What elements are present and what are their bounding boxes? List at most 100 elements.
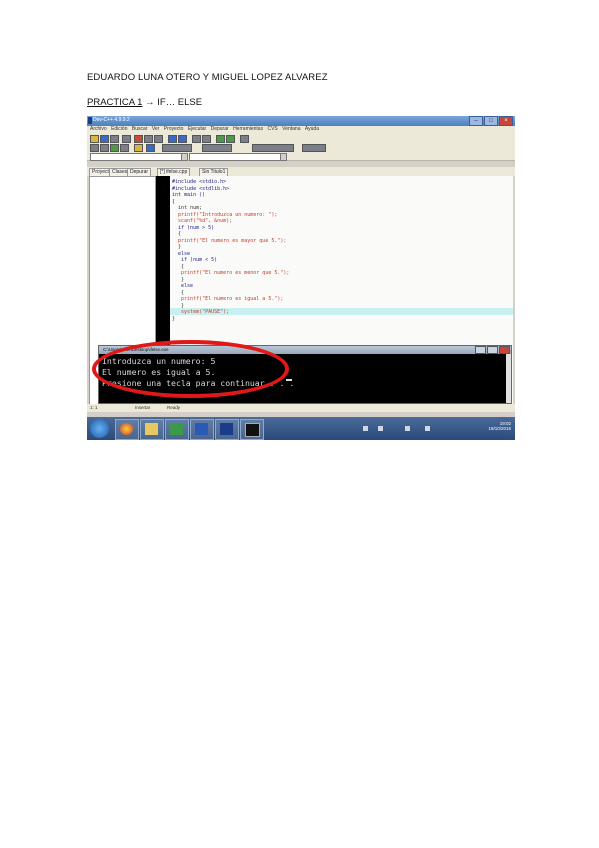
code-line: } bbox=[172, 302, 185, 309]
tray-flag-icon[interactable] bbox=[425, 426, 430, 431]
menu-item[interactable]: Depurar bbox=[211, 126, 229, 132]
undo-icon[interactable] bbox=[168, 135, 177, 143]
help-icon[interactable] bbox=[146, 144, 155, 152]
code-line: else bbox=[172, 250, 191, 257]
new-file-icon[interactable] bbox=[90, 135, 99, 143]
close-icon[interactable]: × bbox=[499, 116, 513, 126]
taskbar-devcpp[interactable] bbox=[215, 419, 239, 440]
menu-item[interactable]: Archivo bbox=[90, 126, 107, 132]
taskbar-chrome[interactable] bbox=[115, 419, 139, 440]
console-icon bbox=[245, 423, 260, 437]
taskbar-explorer[interactable] bbox=[140, 419, 164, 440]
bookmark-icon[interactable] bbox=[240, 135, 249, 143]
tray-arrow-icon[interactable] bbox=[363, 426, 368, 431]
code-line: } bbox=[172, 276, 185, 283]
toggle-bookmark-icon[interactable] bbox=[252, 144, 294, 152]
window-controls: – □ × bbox=[469, 116, 513, 126]
highlight-circle bbox=[92, 340, 289, 398]
practice-label: PRACTICA 1 bbox=[87, 97, 143, 108]
minimize-icon[interactable] bbox=[475, 346, 486, 354]
menu-item[interactable]: Ayuda bbox=[305, 126, 319, 132]
open-icon[interactable] bbox=[100, 135, 109, 143]
tray-volume-icon[interactable] bbox=[405, 426, 410, 431]
word-icon bbox=[195, 423, 208, 435]
unindent-icon[interactable] bbox=[226, 135, 235, 143]
menu-item[interactable]: Buscar bbox=[132, 126, 148, 132]
new-project-icon[interactable] bbox=[162, 144, 192, 152]
chevron-down-icon bbox=[280, 154, 286, 160]
code-line: { bbox=[172, 231, 182, 237]
redo-icon[interactable] bbox=[178, 135, 187, 143]
code-line: { bbox=[172, 263, 185, 270]
code-line: } bbox=[172, 315, 176, 322]
ide-title: Dev-C++ 4.9.9.2 bbox=[93, 117, 130, 123]
status-mode: Insertar bbox=[135, 405, 151, 410]
ide-screenshot: Dev-C++ 4.9.9.2 – □ × Archivo Edición Bu… bbox=[87, 116, 515, 440]
code-line: #include <stdlib.h> bbox=[172, 185, 230, 192]
code-line: int main () bbox=[172, 192, 206, 198]
menu-item[interactable]: Edición bbox=[111, 126, 127, 132]
copy-icon[interactable] bbox=[144, 135, 153, 143]
code-line: scanf("%d", &num); bbox=[172, 218, 233, 224]
menu-item[interactable]: Ejecutar bbox=[188, 126, 206, 132]
indent-icon[interactable] bbox=[216, 135, 225, 143]
ide-titlebar: Dev-C++ 4.9.9.2 – □ × bbox=[87, 116, 515, 126]
menu-item[interactable]: Ver bbox=[152, 126, 160, 132]
replace-icon[interactable] bbox=[202, 135, 211, 143]
menu-item[interactable]: CVS bbox=[267, 126, 277, 132]
print-icon[interactable] bbox=[122, 135, 131, 143]
status-state: Ready bbox=[167, 405, 181, 410]
console-scrollbar[interactable] bbox=[506, 354, 511, 403]
practice-topic: → IF… ELSE bbox=[142, 97, 203, 108]
code-line: printf("El numero es igual a 5."); bbox=[172, 296, 284, 302]
compile-run-icon[interactable] bbox=[110, 144, 119, 152]
debug-icon[interactable] bbox=[134, 144, 143, 152]
taskbar-console[interactable] bbox=[240, 419, 264, 440]
code-line: else bbox=[172, 283, 194, 289]
menu-item[interactable]: Proyecto bbox=[164, 126, 184, 132]
taskbar-media[interactable] bbox=[165, 419, 189, 440]
goto-icon[interactable] bbox=[302, 144, 326, 152]
document-authors: EDUARDO LUNA OTERO Y MIGUEL LOPEZ ALVARE… bbox=[87, 72, 328, 83]
practice-heading: PRACTICA 1 → IF… ELSE bbox=[87, 97, 202, 108]
taskbar-word[interactable] bbox=[190, 419, 214, 440]
cut-icon[interactable] bbox=[134, 135, 143, 143]
tray-date: 19/10/2016 bbox=[488, 426, 511, 431]
maximize-icon[interactable] bbox=[487, 346, 498, 354]
devcpp-icon bbox=[220, 423, 233, 435]
status-position: 1: 1 bbox=[90, 405, 98, 410]
chrome-icon bbox=[120, 423, 133, 435]
find-icon[interactable] bbox=[192, 135, 201, 143]
tray-clock[interactable]: 19:02 19/10/2016 bbox=[488, 421, 511, 431]
code-line: system("PAUSE"); bbox=[172, 309, 230, 315]
code-line: if (num < 5) bbox=[172, 257, 218, 263]
code-line: printf("El numero es mayor que 5."); bbox=[172, 237, 287, 244]
menu-item[interactable]: Herramientas bbox=[233, 126, 263, 132]
member-combo[interactable] bbox=[189, 153, 287, 161]
menu-item[interactable]: Ventana bbox=[282, 126, 300, 132]
run-icon[interactable] bbox=[100, 144, 109, 152]
code-line: { bbox=[172, 198, 176, 205]
toolbar-3 bbox=[87, 152, 515, 161]
status-bar: 1: 1 Insertar Ready bbox=[87, 404, 515, 412]
media-icon bbox=[170, 423, 183, 435]
close-icon[interactable] bbox=[499, 346, 510, 354]
code-line: printf("Introduzca un numero: "); bbox=[172, 211, 278, 218]
compile-icon[interactable] bbox=[90, 144, 99, 152]
minimize-icon[interactable]: – bbox=[469, 116, 483, 126]
start-button[interactable] bbox=[90, 419, 109, 438]
insert-icon[interactable] bbox=[202, 144, 232, 152]
code-line: #include <stdio.h> bbox=[172, 179, 227, 185]
save-icon[interactable] bbox=[110, 135, 119, 143]
panel-tabs: Proyecto Clases Depurar [*] ifelse.cpp S… bbox=[87, 167, 515, 177]
menu-bar: Archivo Edición Buscar Ver Proyecto Ejec… bbox=[87, 126, 515, 134]
tray-network-icon[interactable] bbox=[378, 426, 383, 431]
windows-taskbar: 19:02 19/10/2016 bbox=[87, 417, 515, 440]
folder-icon bbox=[145, 423, 158, 435]
paste-icon[interactable] bbox=[154, 135, 163, 143]
class-combo[interactable] bbox=[90, 153, 188, 161]
console-window-controls bbox=[475, 346, 510, 354]
rebuild-icon[interactable] bbox=[120, 144, 129, 152]
maximize-icon[interactable]: □ bbox=[484, 116, 498, 126]
code-line: if (num > 5) bbox=[172, 224, 215, 231]
